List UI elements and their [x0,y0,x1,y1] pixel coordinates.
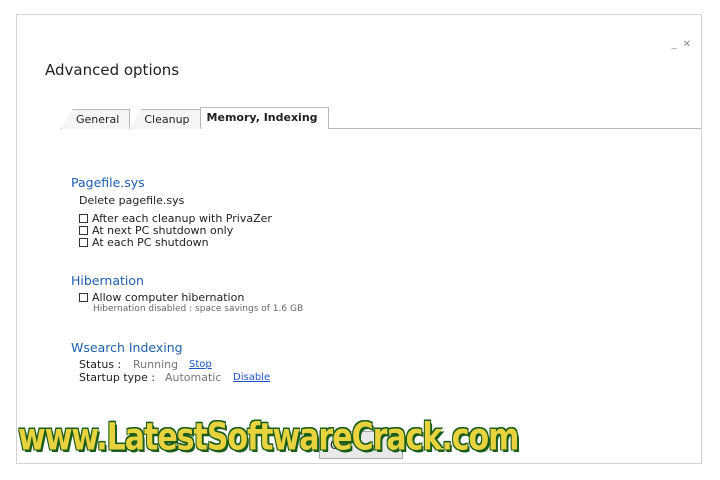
startup-type-value: Automatic [165,371,222,384]
checkbox[interactable] [79,293,88,302]
tab-cleanup[interactable]: Cleanup [129,109,201,129]
status-label: Status : [79,358,122,371]
watermark-logo: www.LatestSoftwareCrack.com [18,415,519,460]
checkbox[interactable] [79,238,88,247]
option-label: At each PC shutdown [92,236,209,249]
tab-memory-indexing[interactable]: Memory, Indexing [199,107,329,129]
pagefile-section-title: Pagefile.sys [71,175,145,190]
hibernation-note: Hibernation disabled : space savings of … [93,304,304,314]
minimize-icon[interactable]: _ [672,39,677,50]
option-label: Allow computer hibernation [92,291,245,304]
wsearch-startup-row: Startup type : Automatic Disable [79,371,270,384]
window-controls: _ ✕ [672,39,691,50]
advanced-options-window: _ ✕ Advanced options General Cleanup Mem… [16,14,702,464]
pagefile-subtitle: Delete pagefile.sys [79,194,185,207]
wsearch-status-row: Status : Running Stop [79,358,212,371]
hibernation-section-title: Hibernation [71,273,144,288]
startup-type-label: Startup type : [79,371,156,384]
tab-general[interactable]: General [61,109,131,129]
tab-bar: General Cleanup Memory, Indexing [61,107,329,129]
wsearch-section-title: Wsearch Indexing [71,340,183,355]
checkbox[interactable] [79,226,88,235]
checkbox[interactable] [79,214,88,223]
stop-link[interactable]: Stop [189,359,212,370]
status-value: Running [133,358,179,371]
close-icon[interactable]: ✕ [683,39,691,50]
disable-link[interactable]: Disable [233,372,270,383]
hibernation-option[interactable]: Allow computer hibernation [79,291,244,304]
window-title: Advanced options [45,61,180,79]
pagefile-option-each-shutdown[interactable]: At each PC shutdown [79,236,209,249]
